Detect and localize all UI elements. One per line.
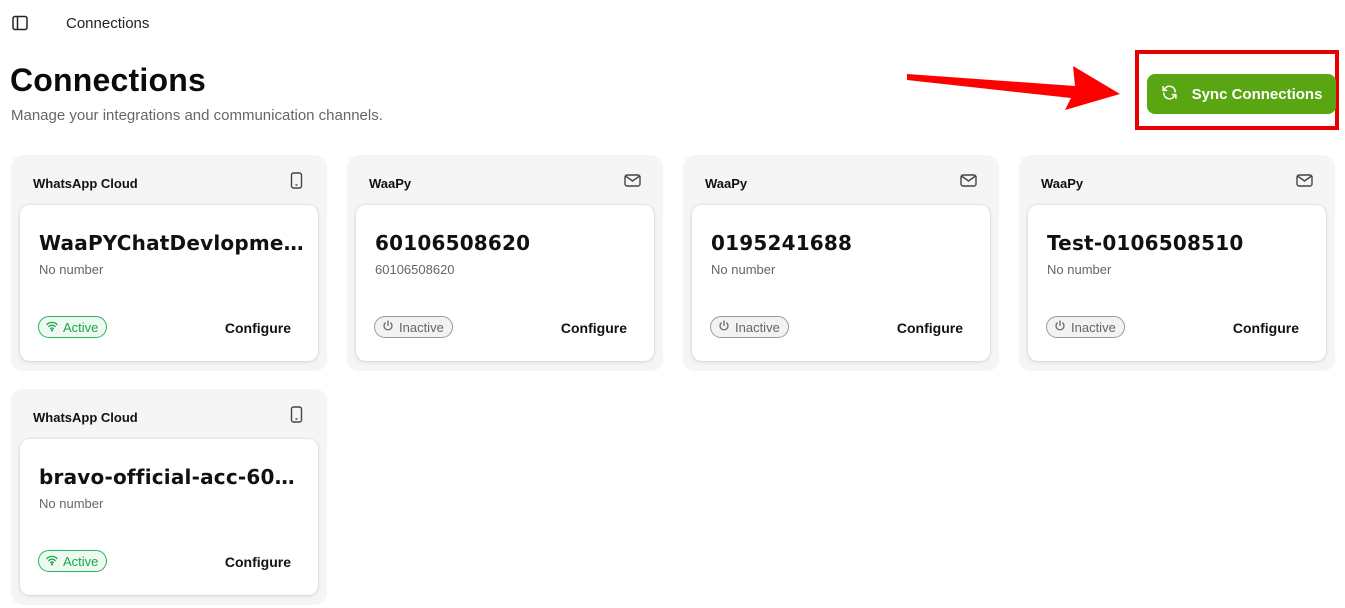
mail-icon <box>624 172 641 189</box>
connection-card: WaaPy Test-0106508510 No number Inactive… <box>1019 155 1335 371</box>
status-label: Active <box>63 553 99 569</box>
connection-number: No number <box>39 262 104 277</box>
status-badge: Inactive <box>710 316 789 338</box>
sync-connections-label: Sync Connections <box>1191 85 1323 103</box>
status-badge: Inactive <box>374 316 453 338</box>
provider-label: WaaPy <box>369 176 412 191</box>
status-label: Active <box>63 319 99 335</box>
sidebar-toggle-icon[interactable] <box>12 15 28 31</box>
provider-label: WaaPy <box>705 176 748 191</box>
status-badge: Active <box>38 550 108 572</box>
mail-icon <box>960 172 977 189</box>
connection-card-body: Test-0106508510 No number Inactive Confi… <box>1028 205 1326 361</box>
breadcrumb: Connections <box>66 15 150 32</box>
connection-card-body: 0195241688 No number Inactive Configure <box>692 205 990 361</box>
wifi-icon <box>46 554 58 569</box>
connection-card: WhatsApp Cloud bravo-official-acc-60115.… <box>11 389 327 605</box>
configure-button[interactable]: Configure <box>225 320 291 336</box>
connection-name: 60106508620 <box>375 231 531 255</box>
status-label: Inactive <box>735 319 780 335</box>
configure-button[interactable]: Configure <box>561 320 627 336</box>
connection-number: No number <box>39 496 104 511</box>
connection-card-body: 60106508620 60106508620 Inactive Configu… <box>356 205 654 361</box>
status-label: Inactive <box>1071 319 1116 335</box>
provider-label: WhatsApp Cloud <box>33 410 138 425</box>
connection-name: bravo-official-acc-60115... <box>39 465 305 489</box>
connection-number: 60106508620 <box>375 262 455 277</box>
provider-label: WhatsApp Cloud <box>33 176 138 191</box>
connection-card: WaaPy 0195241688 No number Inactive Conf… <box>683 155 999 371</box>
power-icon <box>1054 319 1066 335</box>
configure-button[interactable]: Configure <box>225 554 291 570</box>
sync-connections-button[interactable]: Sync Connections <box>1147 74 1336 114</box>
connection-card-body: WaaPYChatDevlopment-... No number Active… <box>20 205 318 361</box>
page-subtitle: Manage your integrations and communicati… <box>11 107 383 124</box>
status-label: Inactive <box>399 319 444 335</box>
connection-number: No number <box>711 262 776 277</box>
connection-number: No number <box>1047 262 1112 277</box>
phone-icon <box>288 406 305 423</box>
annotation-arrow <box>907 66 1120 110</box>
provider-label: WaaPy <box>1041 176 1084 191</box>
connection-card-body: bravo-official-acc-60115... No number Ac… <box>20 439 318 595</box>
status-badge: Inactive <box>1046 316 1125 338</box>
connection-name: 0195241688 <box>711 231 853 255</box>
power-icon <box>718 319 730 335</box>
status-badge: Active <box>38 316 108 338</box>
wifi-icon <box>46 320 58 335</box>
configure-button[interactable]: Configure <box>897 320 963 336</box>
connection-card: WaaPy 60106508620 60106508620 Inactive C… <box>347 155 663 371</box>
connection-card: WhatsApp Cloud WaaPYChatDevlopment-... N… <box>11 155 327 371</box>
connection-name: WaaPYChatDevlopment-... <box>39 231 305 255</box>
power-icon <box>382 319 394 335</box>
connection-name: Test-0106508510 <box>1047 231 1244 255</box>
top-bar: Connections <box>0 0 1345 46</box>
refresh-icon <box>1161 84 1178 105</box>
configure-button[interactable]: Configure <box>1233 320 1299 336</box>
phone-icon <box>288 172 305 189</box>
mail-icon <box>1296 172 1313 189</box>
page-title: Connections <box>10 62 206 98</box>
